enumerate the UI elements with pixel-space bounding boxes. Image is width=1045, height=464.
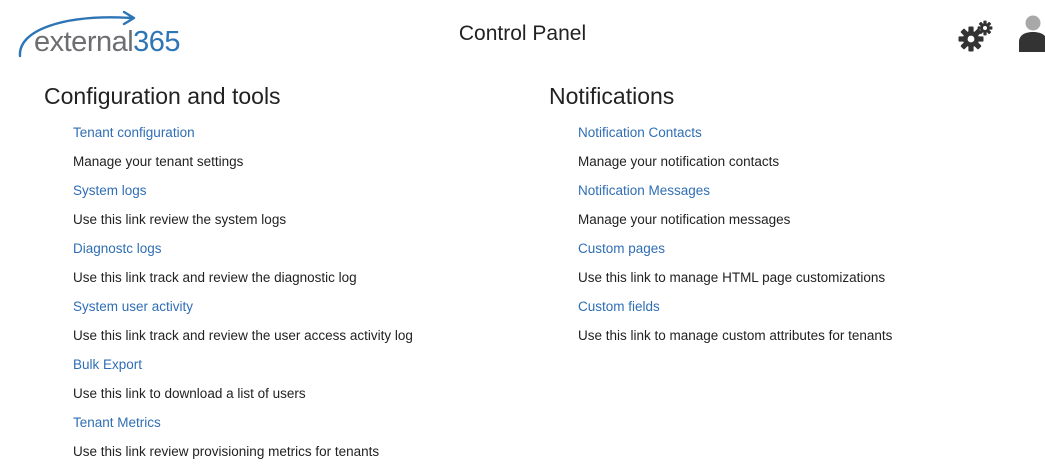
link-notification-contacts[interactable]: Notification Contacts — [578, 118, 892, 147]
configuration-tools-list: Tenant configuration Manage your tenant … — [73, 118, 413, 464]
notifications-list: Notification Contacts Manage your notifi… — [578, 118, 892, 350]
desc-notification-contacts: Manage your notification contacts — [578, 154, 780, 169]
link-custom-pages[interactable]: Custom pages — [578, 234, 892, 263]
link-diagnostic-logs[interactable]: Diagnostc logs — [73, 234, 413, 263]
user-icon[interactable] — [1019, 14, 1045, 52]
desc-notification-messages: Manage your notification messages — [578, 212, 791, 227]
desc-tenant-metrics: Use this link review provisioning metric… — [73, 444, 380, 459]
control-panel-page: external365 Control Panel Configuration … — [0, 0, 1045, 464]
configuration-tools-section: Configuration and tools Tenant configura… — [44, 82, 413, 464]
desc-system-user-activity: Use this link track and review the user … — [73, 328, 413, 343]
desc-custom-fields: Use this link to manage custom attribute… — [578, 328, 893, 343]
desc-tenant-configuration: Manage your tenant settings — [73, 154, 244, 169]
section-heading-notifications: Notifications — [549, 83, 675, 109]
link-tenant-metrics[interactable]: Tenant Metrics — [73, 408, 413, 437]
link-custom-fields[interactable]: Custom fields — [578, 292, 892, 321]
desc-system-logs: Use this link review the system logs — [73, 212, 287, 227]
desc-bulk-export: Use this link to download a list of user… — [73, 386, 306, 401]
link-notification-messages[interactable]: Notification Messages — [578, 176, 892, 205]
link-system-logs[interactable]: System logs — [73, 176, 413, 205]
desc-custom-pages: Use this link to manage HTML page custom… — [578, 270, 886, 285]
section-heading-configuration-tools: Configuration and tools — [44, 83, 281, 109]
header: external365 Control Panel — [0, 0, 1045, 70]
page-title: Control Panel — [458, 22, 587, 45]
gears-icon[interactable] — [958, 19, 994, 53]
link-bulk-export[interactable]: Bulk Export — [73, 350, 413, 379]
link-system-user-activity[interactable]: System user activity — [73, 292, 413, 321]
desc-diagnostic-logs: Use this link track and review the diagn… — [73, 270, 357, 285]
notifications-section: Notifications Notification Contacts Mana… — [549, 82, 892, 350]
link-tenant-configuration[interactable]: Tenant configuration — [73, 118, 413, 147]
